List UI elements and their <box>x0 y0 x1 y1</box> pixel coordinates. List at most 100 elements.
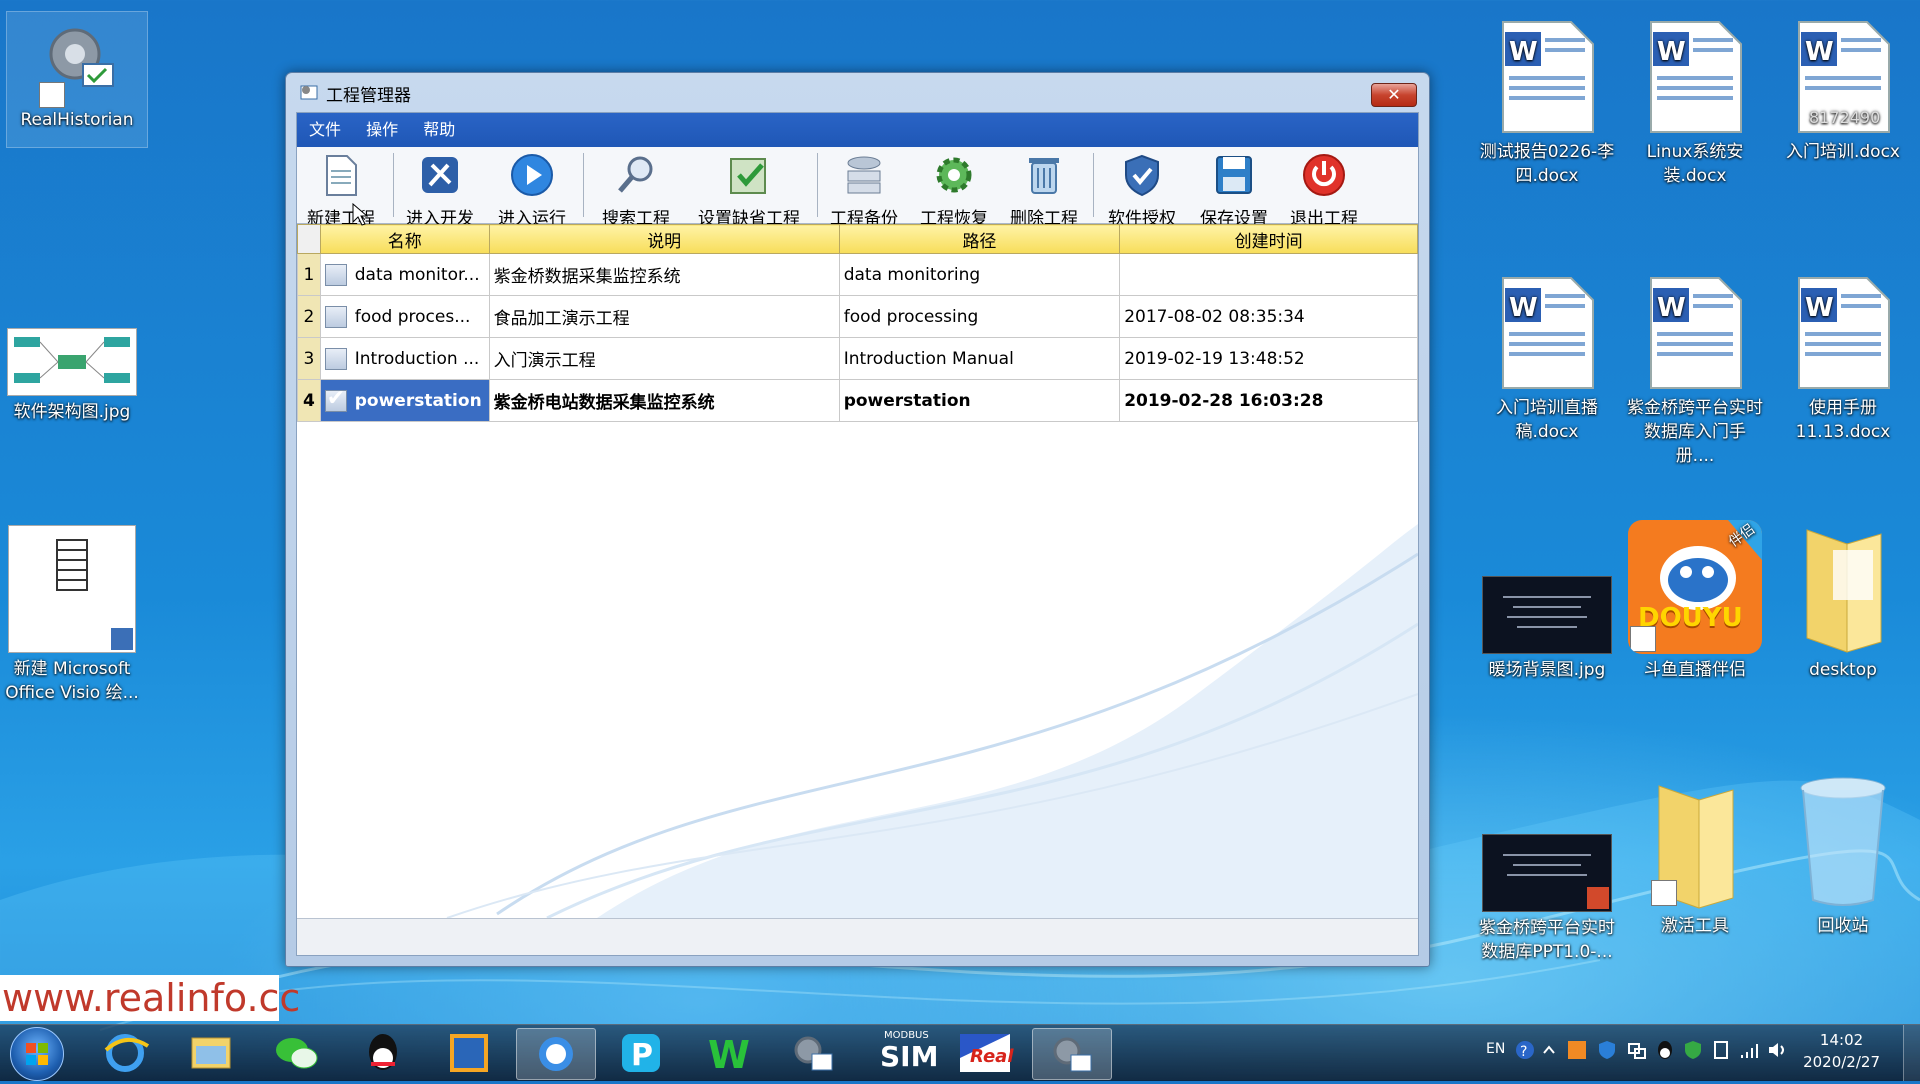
desktop-icon-linux-install[interactable]: W Linux系统安装.docx <box>1625 18 1765 188</box>
desktop-icon-visio[interactable]: 新建 Microsoft Office Visio 绘... <box>2 525 142 705</box>
svg-text:W: W <box>1657 37 1686 67</box>
project-manager-active-icon <box>1053 1037 1092 1072</box>
row-checkbox-checked[interactable] <box>324 386 347 412</box>
desktop-icon-ppt[interactable]: 紫金桥跨平台实时数据库PPT1.0-... <box>1477 776 1617 964</box>
svg-text:P: P <box>631 1038 653 1073</box>
enter-runtime-button[interactable]: 进入运行 <box>493 147 571 229</box>
taskbar-clock[interactable]: 14:02 2020/2/27 <box>1803 1029 1880 1073</box>
desktop-icon-architecture-jpg[interactable]: 软件架构图.jpg <box>2 328 142 424</box>
project-path: data monitoring <box>838 253 1121 296</box>
desktop-icon-intro-training[interactable]: W 8172490 入门培训.docx <box>1773 18 1913 164</box>
enter-development-button[interactable]: 进入开发 <box>401 147 479 229</box>
row-number: 1 <box>297 253 321 296</box>
software-license-button[interactable]: 软件授权 <box>1103 147 1181 229</box>
row-checkbox[interactable] <box>324 347 347 370</box>
qq-tray-icon[interactable] <box>1654 1039 1676 1061</box>
exit-project-button[interactable]: 退出工程 <box>1285 147 1363 229</box>
desktop-icon-label: 使用手册11.13.docx <box>1795 398 1891 442</box>
taskbar-virtualbox[interactable] <box>430 1028 508 1078</box>
desktop-icon-recycle-bin[interactable]: 回收站 <box>1773 776 1913 938</box>
taskbar-file-explorer[interactable] <box>172 1028 250 1078</box>
column-header-created-time[interactable]: 创建时间 <box>1119 224 1418 254</box>
qq-icon <box>369 1034 397 1070</box>
save-settings-button[interactable]: 保存设置 <box>1195 147 1273 229</box>
taskbar-project-manager-active[interactable] <box>1032 1028 1112 1080</box>
taskbar-realinfo[interactable]: Real <box>946 1028 1024 1078</box>
usb-device-icon[interactable] <box>1710 1039 1732 1061</box>
desktop-icon-desktop-folder[interactable]: desktop <box>1773 520 1913 682</box>
help-icon[interactable]: ? <box>1514 1039 1536 1061</box>
table-row-selected[interactable]: 4 powerstation 紫金桥电站数据采集监控系统 powerstatio… <box>297 379 1418 422</box>
table-row[interactable]: 2 food proces... 食品加工演示工程 food processin… <box>297 295 1418 338</box>
shortcut-arrow-icon <box>39 82 65 108</box>
desktop-icon-label: 入门培训直播稿.docx <box>1496 398 1598 442</box>
desktop-icon-warmup-bg[interactable]: 暖场背景图.jpg <box>1477 520 1617 682</box>
desktop-icon-douyu[interactable]: 伴侣 DOUYU 斗鱼直播伴侣 <box>1625 520 1765 682</box>
project-name-cell[interactable]: data monitor... <box>319 253 490 296</box>
column-header-path[interactable]: 路径 <box>838 224 1121 254</box>
virtualbox-icon <box>450 1034 488 1072</box>
column-header-name[interactable]: 名称 <box>319 224 490 254</box>
row-checkbox[interactable] <box>324 263 347 286</box>
project-name-cell[interactable]: Introduction ... <box>319 337 490 380</box>
taskbar-qq[interactable] <box>344 1028 422 1078</box>
project-name-cell[interactable]: powerstation <box>319 379 490 422</box>
chevron-up-icon[interactable] <box>1542 1039 1556 1063</box>
taskbar-modbus-sim[interactable]: MODBUS SIM <box>860 1028 938 1078</box>
menu-file[interactable]: 文件 <box>301 113 349 147</box>
project-restore-button[interactable]: 工程恢复 <box>915 147 993 229</box>
close-button[interactable]: ✕ <box>1371 83 1417 107</box>
row-checkbox[interactable] <box>324 305 347 328</box>
desktop-icon-user-manual[interactable]: W 使用手册11.13.docx <box>1773 274 1913 444</box>
menu-operation[interactable]: 操作 <box>358 113 406 147</box>
taskbar-internet-explorer[interactable] <box>86 1028 164 1078</box>
project-name-cell[interactable]: food proces... <box>319 295 490 338</box>
project-backup-button[interactable]: 工程备份 <box>825 147 903 229</box>
show-desktop-button[interactable] <box>1903 1025 1920 1081</box>
language-indicator[interactable]: EN <box>1486 1041 1505 1057</box>
safety-icon[interactable] <box>1682 1039 1704 1061</box>
window-titlebar[interactable]: 工程管理器 ✕ <box>286 73 1429 109</box>
volume-icon[interactable] <box>1766 1039 1788 1061</box>
network-devices-icon[interactable] <box>1626 1039 1648 1061</box>
start-button[interactable] <box>10 1027 64 1081</box>
menu-help[interactable]: 帮助 <box>415 113 463 147</box>
taskbar-wechat[interactable] <box>258 1028 336 1078</box>
taskbar-pp-app[interactable]: P <box>602 1028 680 1078</box>
project-name: Introduction ... <box>354 348 480 369</box>
network-signal-icon[interactable] <box>1738 1039 1760 1061</box>
taskbar-wps[interactable]: W <box>688 1028 766 1078</box>
project-table: 名称 说明 路径 创建时间 1 data monitor... 紫金桥数据采集监… <box>297 224 1418 422</box>
ppt-thumbnail-icon <box>1482 834 1612 912</box>
save-icon <box>1216 156 1252 194</box>
desktop-icon-getting-started[interactable]: W 紫金桥跨平台实时数据库入门手册.... <box>1625 274 1765 468</box>
table-row[interactable]: 1 data monitor... 紫金桥数据采集监控系统 data monit… <box>297 253 1418 296</box>
desktop-icon-realhistorian[interactable]: RealHistorian <box>6 11 148 148</box>
table-row[interactable]: 3 Introduction ... 入门演示工程 Introduction M… <box>297 337 1418 380</box>
project-path: Introduction Manual <box>838 337 1121 380</box>
security-shield-icon[interactable] <box>1596 1039 1618 1061</box>
desktop-icon-test-report[interactable]: W 测试报告0226-李四.docx <box>1477 18 1617 188</box>
pp-app-icon: P <box>622 1034 660 1073</box>
tools-icon <box>422 157 458 193</box>
delete-project-button[interactable]: 删除工程 <box>1005 147 1083 229</box>
set-default-project-button[interactable]: 设置缺省工程 <box>689 147 809 229</box>
column-header-description[interactable]: 说明 <box>488 224 840 254</box>
word-document-icon: W <box>1643 18 1747 136</box>
project-created-time: 2019-02-19 13:48:52 <box>1119 337 1418 380</box>
check-folder-icon <box>730 158 766 194</box>
search-project-button[interactable]: 搜索工程 <box>597 147 675 229</box>
desktop-icon-live-script[interactable]: W 入门培训直播稿.docx <box>1477 274 1617 444</box>
toolbar-separator <box>817 153 818 217</box>
clock-time: 14:02 <box>1819 1031 1864 1049</box>
project-name: food proces... <box>354 306 471 327</box>
word-document-icon: W <box>1643 274 1747 392</box>
tray-app-icon[interactable] <box>1566 1039 1588 1061</box>
word-document-icon: W 8172490 <box>1791 18 1895 136</box>
taskbar-browser[interactable] <box>516 1028 596 1080</box>
status-bar <box>297 918 1418 955</box>
desktop-icon-activation-tool[interactable]: 激活工具 <box>1625 776 1765 938</box>
window-title: 工程管理器 <box>326 86 411 106</box>
project-name: data monitor... <box>354 264 480 285</box>
taskbar-project-manager[interactable] <box>774 1028 852 1078</box>
